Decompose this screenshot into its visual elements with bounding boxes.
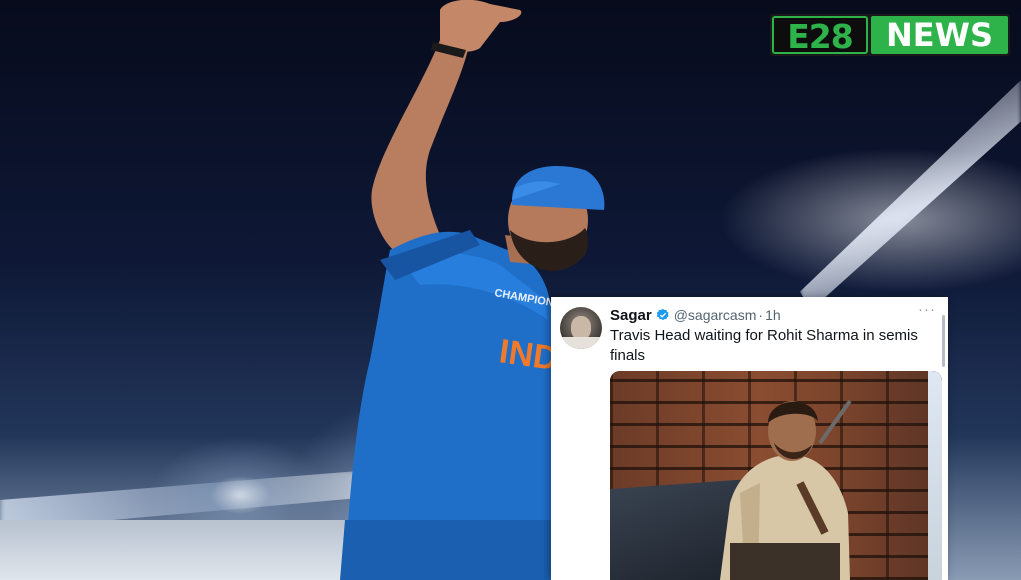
tweet-card[interactable]: Sagar @sagarcasm · 1h ··· Travis Head wa… [551,297,948,580]
separator-dot: · [758,307,764,323]
tweet-author-name[interactable]: Sagar [610,307,652,324]
tweet-author-handle[interactable]: @sagarcasm [674,307,757,323]
logo-news-text: NEWS [871,16,1008,54]
verified-badge-icon [656,308,669,321]
more-options-icon[interactable]: ··· [918,301,936,318]
tweet-text: Travis Head waiting for Rohit Sharma in … [610,327,918,364]
tweet-header: Sagar @sagarcasm · 1h [610,305,781,325]
user-avatar[interactable] [560,307,602,349]
tweet-media-image[interactable] [610,371,942,580]
e28-news-logo: E28 NEWS [770,14,1010,56]
tweet-timestamp[interactable]: 1h [765,307,781,323]
sky-strip [928,371,942,580]
waiting-man-figure [720,399,852,580]
logo-e28-text: E28 [772,16,868,56]
scrollbar[interactable] [942,315,945,367]
